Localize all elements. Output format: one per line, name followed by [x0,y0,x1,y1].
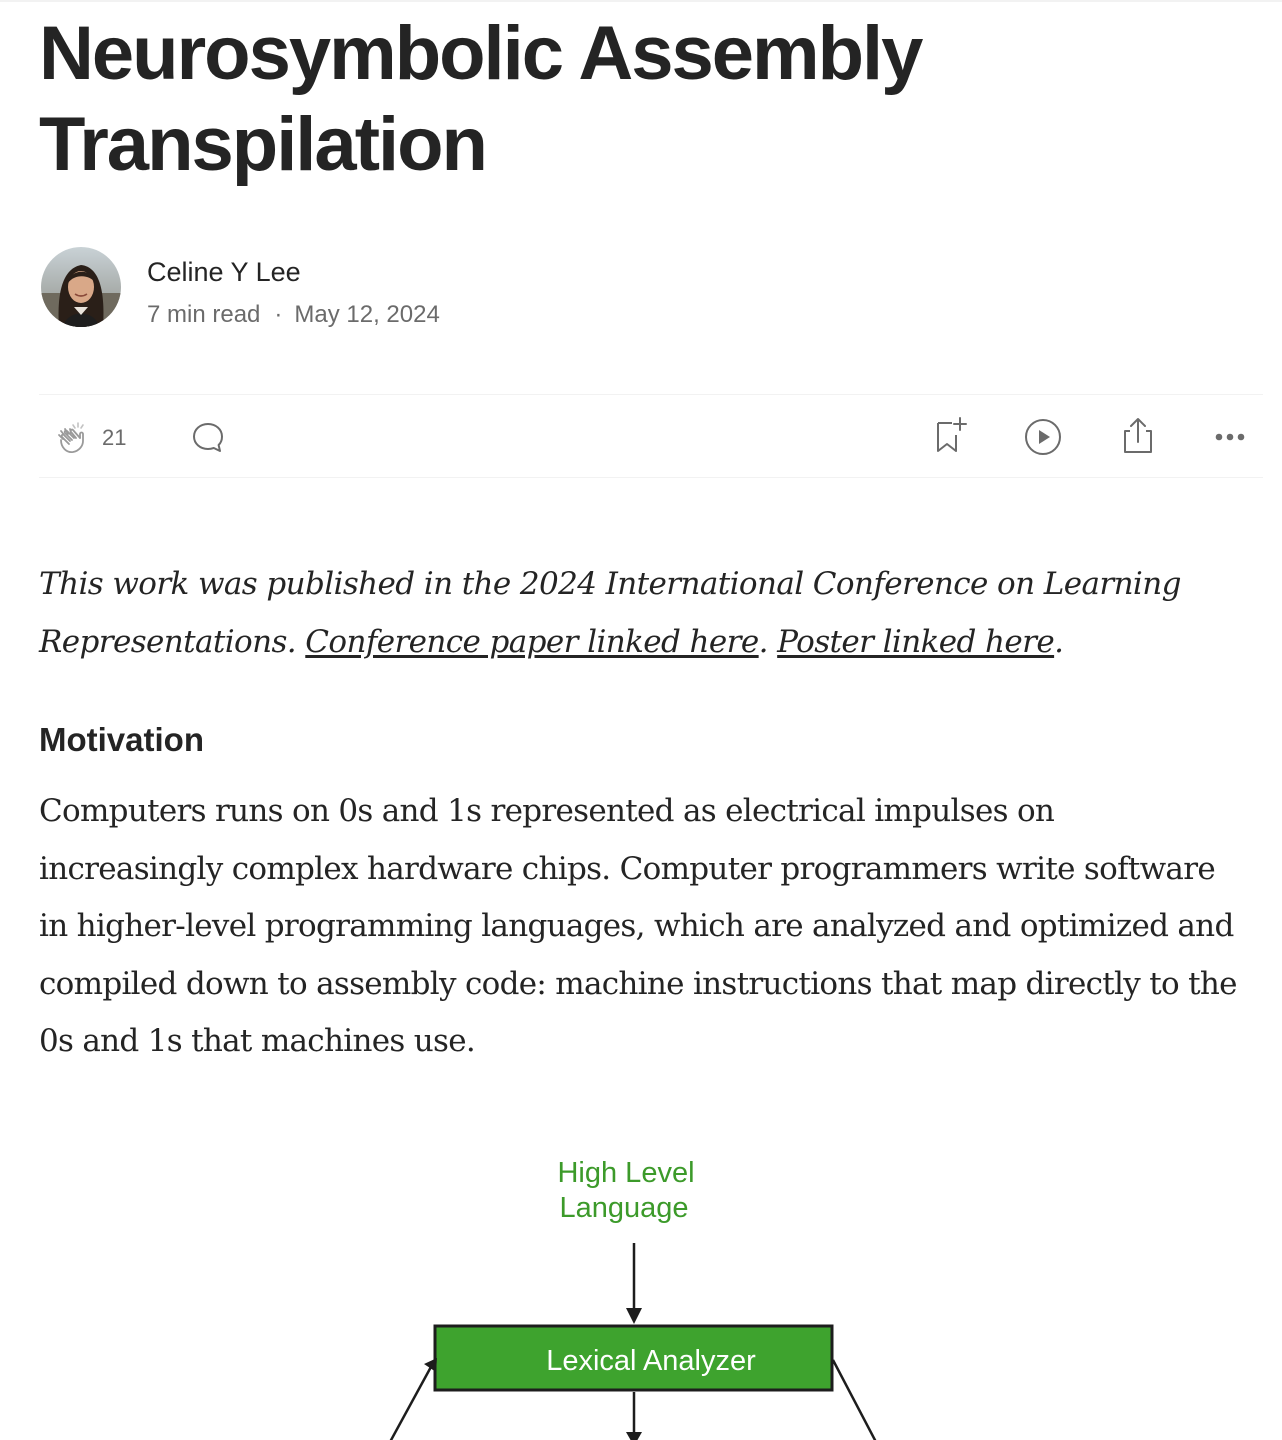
article-title: Neurosymbolic Assembly Transpilation [39,8,1239,190]
arrow-right-out-box [831,1359,877,1440]
conference-paper-link[interactable]: Conference paper linked here [305,624,759,660]
bookmark-add-icon[interactable] [932,415,972,460]
diagram-top-label-1: High Level [557,1157,694,1189]
author-avatar[interactable] [41,247,121,327]
diagram-top-label-2: Language [559,1192,688,1224]
publish-date: May 12, 2024 [294,301,440,328]
meta-separator: · [274,301,283,328]
article-title-line-2: Transpilation [39,102,488,187]
intro-paragraph: This work was published in the 2024 Inte… [39,555,1239,671]
compiler-diagram: High Level Language Lexical Analyzer [389,1157,877,1440]
play-icon[interactable] [1023,417,1063,462]
avatar-photo [41,247,121,327]
body-paragraph: Computers runs on 0s and 1s represented … [39,793,1237,1059]
top-divider [0,0,1282,2]
article-action-bar: 21 [39,394,1263,478]
share-icon[interactable] [1119,415,1159,460]
clap-count: 21 [102,425,127,450]
arrow-down-from-box-head [626,1432,642,1440]
read-time: 7 min read [147,301,261,328]
more-icon[interactable] [1212,423,1248,456]
arrow-left-into-box [389,1358,437,1440]
arrow-down-to-box [626,1243,642,1324]
article-title-line-1: Neurosymbolic Assembly [39,11,923,96]
lexical-analyzer-label: Lexical Analyzer [546,1345,756,1377]
article-meta: 7 min read · May 12, 2024 [147,300,440,330]
poster-link[interactable]: Poster linked here [777,624,1055,660]
intro-between: . [758,624,778,660]
clap-icon[interactable] [53,417,93,462]
author-name[interactable]: Celine Y Lee [147,255,301,289]
section-heading: Motivation [39,721,204,758]
intro-end: . [1054,624,1064,660]
comment-icon[interactable] [191,421,225,460]
